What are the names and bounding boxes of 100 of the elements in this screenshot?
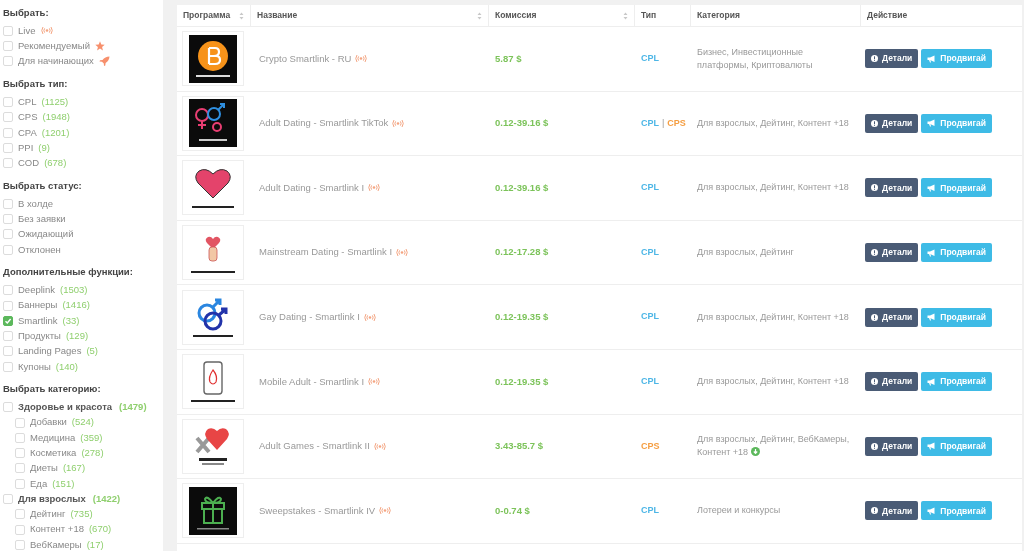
sort-icon[interactable] [623,11,628,20]
promote-button[interactable]: Продвигай [921,501,993,521]
filter-heading: Выбрать категорию: [3,382,102,397]
filter-label[interactable]: В холде [18,196,54,211]
category-text: Для взрослых, Дейтинг, Контент +18 [697,310,849,324]
filter-label[interactable]: CPS [18,110,38,125]
filter-label[interactable]: Для взрослых [18,491,86,507]
filter-heading: Выбрать тип: [3,77,69,92]
megaphone-icon [927,119,937,128]
filter-label[interactable]: Баннеры [18,298,58,313]
promote-button[interactable]: Продвигай [921,436,993,456]
filter-count: (129) [65,328,89,343]
filter-label[interactable]: CPL [18,94,37,110]
promote-button[interactable]: Продвигай [921,307,993,327]
promote-button[interactable]: Продвигай [921,113,993,133]
details-button[interactable]: Детали [865,501,919,521]
filter-label[interactable]: Отклонен [18,242,61,257]
filter-label[interactable]: ВебКамеры [30,537,82,551]
megaphone-icon [927,506,937,515]
offer-type: CPS [667,116,686,130]
star-icon [94,41,105,52]
filter-label[interactable]: Контент +18 [30,522,84,537]
sort-icon[interactable] [477,11,482,20]
megaphone-icon [927,54,937,63]
details-button[interactable]: Детали [865,372,919,392]
checkbox[interactable] [3,315,13,326]
program-name[interactable]: Adult Dating - Smartlink I [259,180,365,196]
commission: 0.12-39.16 $ [495,116,549,131]
filter-count: (735) [70,507,93,522]
details-button[interactable]: Детали [865,243,919,263]
filter-label[interactable]: Добавки [30,415,67,430]
promote-button[interactable]: Продвигай [921,372,993,392]
program-name[interactable]: Sweepstakes - Smartlink IV [259,503,376,519]
filter-label[interactable]: Рекомендуемый [18,39,90,54]
filter-label[interactable]: Еда [30,476,48,491]
offer-type: CPL [641,52,659,66]
filter-label[interactable]: Smartlink [18,313,58,328]
megaphone-icon [927,442,937,451]
filter-label[interactable]: Для начинающих [18,54,94,69]
filter-count: (678) [44,156,67,171]
category-text: Бизнес, Инвестиционные платформы, Криптовалюты [697,45,814,72]
offer-type: CPL [641,116,659,130]
offer-type: CPS [641,439,660,453]
filter-count: (9) [38,140,50,155]
rocket-icon [98,56,110,67]
filter-label[interactable]: Без заявки [18,211,66,227]
filter-count: (1422) [92,491,121,506]
commission: 5.87 $ [495,51,522,66]
promote-button[interactable]: Продвигай [921,243,993,263]
filter-label[interactable]: Ожидающий [18,227,74,242]
filter-label[interactable]: Диеты [30,461,58,476]
filter-count: (151) [52,476,75,491]
megaphone-icon [927,184,937,192]
details-button[interactable]: Детали [865,113,919,133]
program-name[interactable]: Crypto Smartlink - RU [259,51,352,66]
info-icon [871,119,878,127]
filter-label[interactable]: Продукты [18,328,61,344]
filter-label[interactable]: COD [18,156,40,171]
commission: 0.12-19.35 $ [495,374,549,389]
promote-button[interactable]: Продвигай [921,178,993,198]
filter-label[interactable]: Live [18,23,36,38]
program-name[interactable]: Mobile Adult - Smartlink I [259,374,365,389]
filter-label[interactable]: Здоровье и красота [18,400,113,415]
filter-count: (17) [86,537,104,551]
filter-label[interactable]: CPA [18,125,37,140]
info-icon [871,184,878,192]
program-name[interactable]: Mainstream Dating - Smartlink I [259,245,393,260]
program-name[interactable]: Gay Dating - Smartlink I [259,310,360,325]
filter-label[interactable]: Дейтинг [30,507,66,522]
program-name[interactable]: Adult Dating - Smartlink TikTok [259,116,389,131]
download-icon[interactable] [751,447,761,457]
filter-count: (278) [81,446,104,460]
offer-type: CPL [641,375,659,388]
details-button[interactable]: Детали [865,436,919,456]
filter-heading: Дополнительные функции: [3,265,134,280]
filter-count: (524) [71,415,95,430]
filter-label[interactable]: PPI [18,140,34,156]
column-header: Категория [697,9,740,22]
details-button[interactable]: Детали [865,307,919,327]
filter-label[interactable]: Landing Pages [18,344,82,359]
info-icon [871,249,878,257]
details-button[interactable]: Детали [865,178,919,198]
commission: 0.12-39.16 $ [495,180,549,195]
column-header[interactable]: Название [257,9,298,22]
details-button[interactable]: Детали [865,49,919,69]
filter-count: (1503) [59,283,88,298]
column-header[interactable]: Комиссия [495,9,537,22]
category-text: Лотереи и конкурсы [697,504,781,518]
program-name[interactable]: Adult Games - Smartlink II [259,439,370,454]
filter-label[interactable]: Косметика [30,446,77,461]
filter-label[interactable]: Deeplink [18,283,55,298]
promote-button[interactable]: Продвигай [921,49,993,69]
filter-label[interactable]: Купоны [18,359,51,374]
filter-count: (359) [80,430,103,445]
category-text: Для взрослых, Дейтинг, Контент +18 [697,181,849,195]
filter-label[interactable]: Медицина [30,430,76,445]
filter-count: (1479) [119,400,147,415]
offer-type: CPL [641,504,659,518]
column-header[interactable]: Программа [183,9,231,22]
sort-icon[interactable] [239,11,244,20]
